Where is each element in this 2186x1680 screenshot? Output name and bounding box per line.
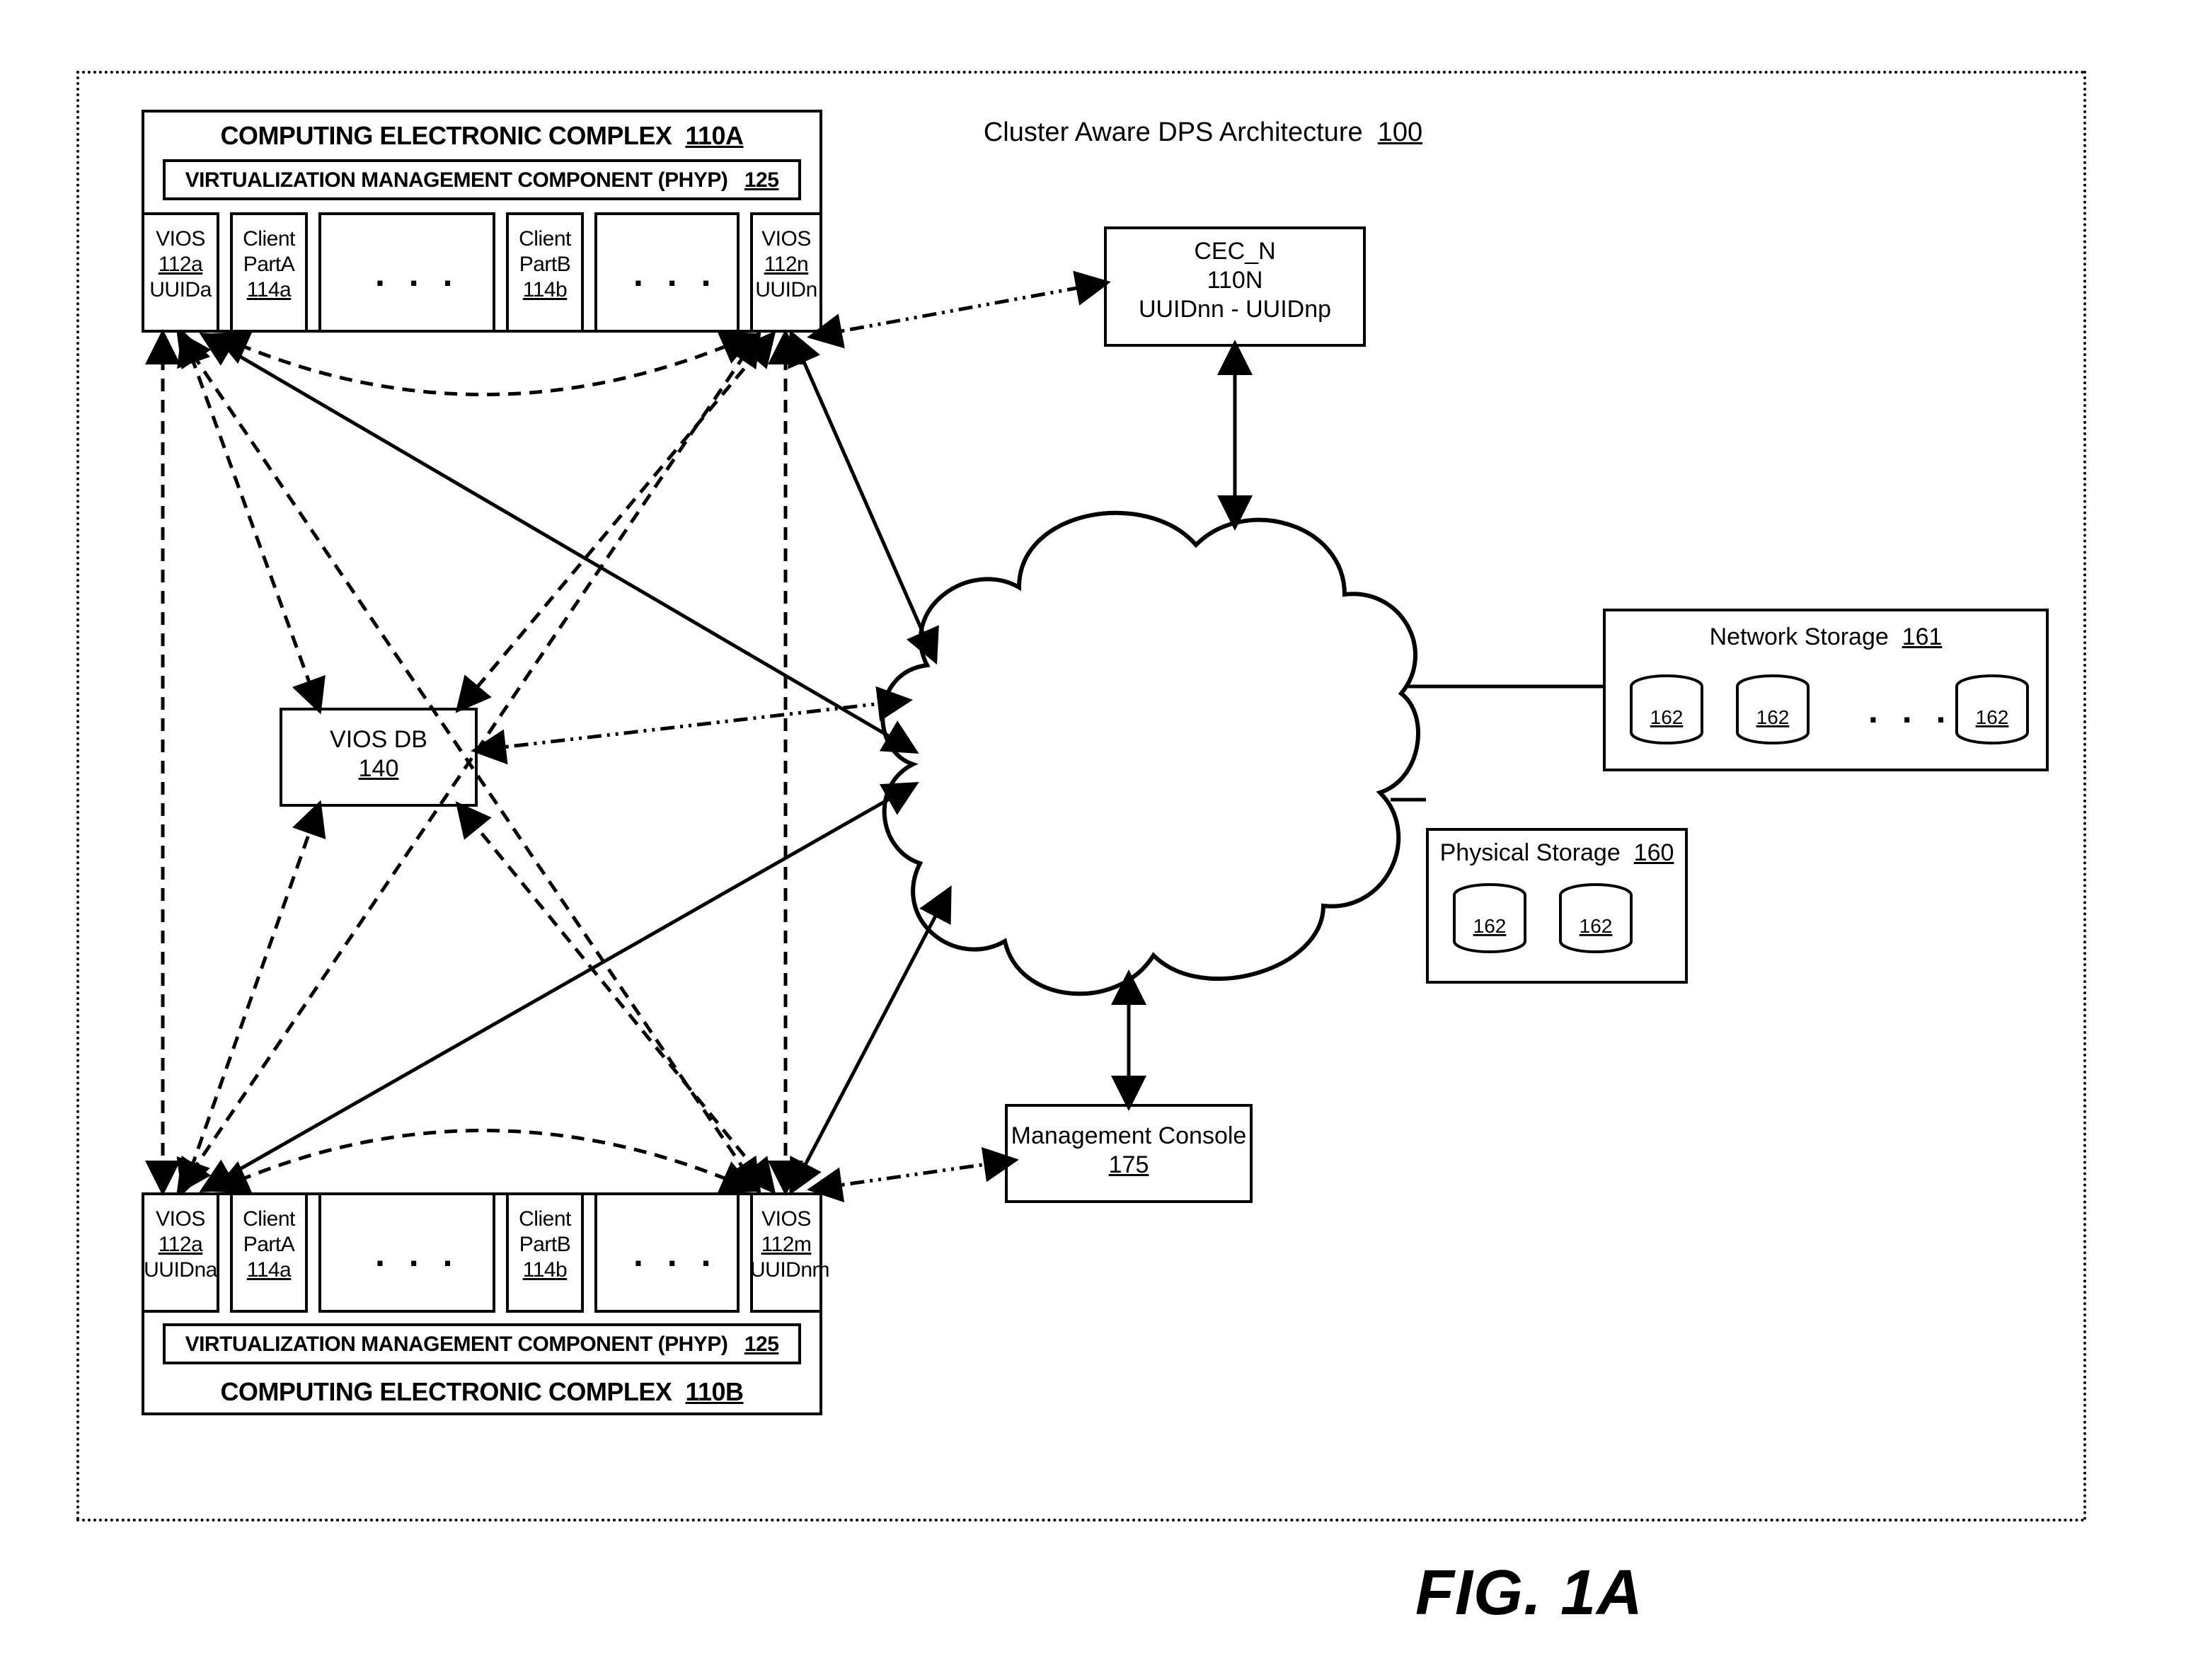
cec-n-labels: CEC_N 110N UUIDnn - UUIDnp [1104, 237, 1366, 323]
cec-b-header: COMPUTING ELECTRONIC COMPLEX 110B [149, 1376, 815, 1407]
cec-a-clientb-l1: Client [519, 227, 571, 251]
cec-b-vios2-labels: VIOS 112m UUIDnm [750, 1207, 822, 1283]
cec-a-vios2-l3: UUIDn [755, 278, 817, 301]
cec-b-vios2-l3: UUIDnm [750, 1258, 829, 1282]
cec-a-vmc-label: VIRTUALIZATION MANAGEMENT COMPONENT (PHY… [170, 168, 794, 193]
cec-a-clienta-labels: Client PartA 114a [230, 226, 308, 303]
cec-b-vios1-l3: UUIDna [144, 1258, 217, 1282]
cec-b-dots2: . . . [633, 1233, 718, 1275]
dsr-labels: Distributed Storage Repository 150 [948, 694, 1316, 752]
cec-a-clientb-l2: PartB [519, 253, 571, 276]
dsr-l1: Distributed Storage Repository [968, 694, 1296, 721]
title-text: Cluster Aware DPS Architecture [984, 117, 1363, 147]
phystor-l2: 160 [1634, 839, 1674, 866]
cec-a-vmc-text: VIRTUALIZATION MANAGEMENT COMPONENT (PHY… [185, 168, 728, 192]
cec-a-dots1: . . . [375, 253, 459, 294]
title-ref: 100 [1378, 117, 1422, 147]
cec-b-clientb-l3: 114b [523, 1258, 568, 1282]
cec-a-clienta-l1: Client [243, 227, 295, 251]
phystor-l1: Physical Storage [1440, 839, 1621, 866]
netstor-dots: . . . [1868, 690, 1952, 731]
cec-a-header-ref: 110A [685, 121, 743, 150]
mgmt-console-labels: Management Console 175 [1005, 1122, 1253, 1180]
cec-a-vios2-labels: VIOS 112n UUIDn [750, 226, 822, 303]
cec-b-header-ref: 110B [685, 1377, 743, 1406]
physical-storage-label: Physical Storage 160 [1426, 839, 1688, 868]
cec-b-clientb-l1: Client [519, 1207, 571, 1231]
cec-n-l2: 110N [1207, 267, 1263, 294]
cec-b-clientb-labels: Client PartB 114b [506, 1207, 584, 1283]
cec-b-vios1-l1: VIOS [156, 1207, 205, 1231]
cec-n-l1: CEC_N [1194, 238, 1275, 265]
cec-b-clienta-l1: Client [243, 1207, 295, 1231]
cec-a-vios1-l3: UUIDa [149, 278, 212, 301]
cec-b-clienta-labels: Client PartA 114a [230, 1207, 308, 1283]
cec-b-vios2-l1: VIOS [761, 1207, 811, 1231]
mgmt-l1: Management Console [1011, 1122, 1247, 1149]
cec-a-clienta-l2: PartA [243, 253, 295, 276]
mgmt-l2: 175 [1109, 1151, 1149, 1178]
netstor-l2: 161 [1902, 623, 1943, 650]
vios-db-l2: 140 [359, 755, 399, 782]
network-storage-label: Network Storage 161 [1603, 623, 2049, 652]
cec-a-vios1-labels: VIOS 112a UUIDa [142, 226, 219, 303]
cec-a-vios1-l1: VIOS [156, 227, 205, 251]
cec-a-clientb-labels: Client PartB 114b [506, 226, 584, 303]
dsr-l2: 150 [1112, 723, 1153, 750]
cec-a-vios2-l1: VIOS [761, 227, 811, 251]
cec-b-vmc-label: VIRTUALIZATION MANAGEMENT COMPONENT (PHY… [170, 1332, 794, 1357]
cec-a-vmc-ref: 125 [744, 168, 779, 192]
vios-db-l1: VIOS DB [330, 726, 427, 753]
cec-a-clienta-l3: 114a [247, 278, 292, 301]
vios-db-labels: VIOS DB 140 [280, 725, 478, 783]
netstor-l1: Network Storage [1710, 623, 1889, 650]
cec-b-vios1-labels: VIOS 112a UUIDna [142, 1207, 219, 1283]
cec-a-header-text: COMPUTING ELECTRONIC COMPLEX [220, 121, 672, 150]
cec-n-l3: UUIDnn - UUIDnp [1139, 296, 1331, 323]
cec-b-vios2-l2: 112m [761, 1233, 812, 1256]
cec-b-vios1-l2: 112a [159, 1233, 203, 1256]
figure-label: FIG. 1A [1415, 1557, 1643, 1630]
cec-b-clienta-l3: 114a [247, 1258, 292, 1282]
cec-a-vios1-l2: 112a [159, 253, 203, 276]
cec-a-clientb-l3: 114b [523, 278, 568, 301]
cec-b-dots1: . . . [375, 1233, 459, 1275]
cec-b-header-text: COMPUTING ELECTRONIC COMPLEX [220, 1377, 672, 1406]
cec-a-vios2-l2: 112n [764, 253, 809, 276]
cec-b-clientb-l2: PartB [519, 1233, 571, 1256]
cec-a-dots2: . . . [633, 253, 718, 294]
cec-a-header: COMPUTING ELECTRONIC COMPLEX 110A [149, 120, 815, 151]
cec-b-vmc-text: VIRTUALIZATION MANAGEMENT COMPONENT (PHY… [185, 1333, 728, 1356]
cec-b-clienta-l2: PartA [243, 1233, 295, 1256]
cec-b-vmc-ref: 125 [744, 1333, 779, 1356]
diagram-title: Cluster Aware DPS Architecture 100 [885, 117, 1521, 149]
